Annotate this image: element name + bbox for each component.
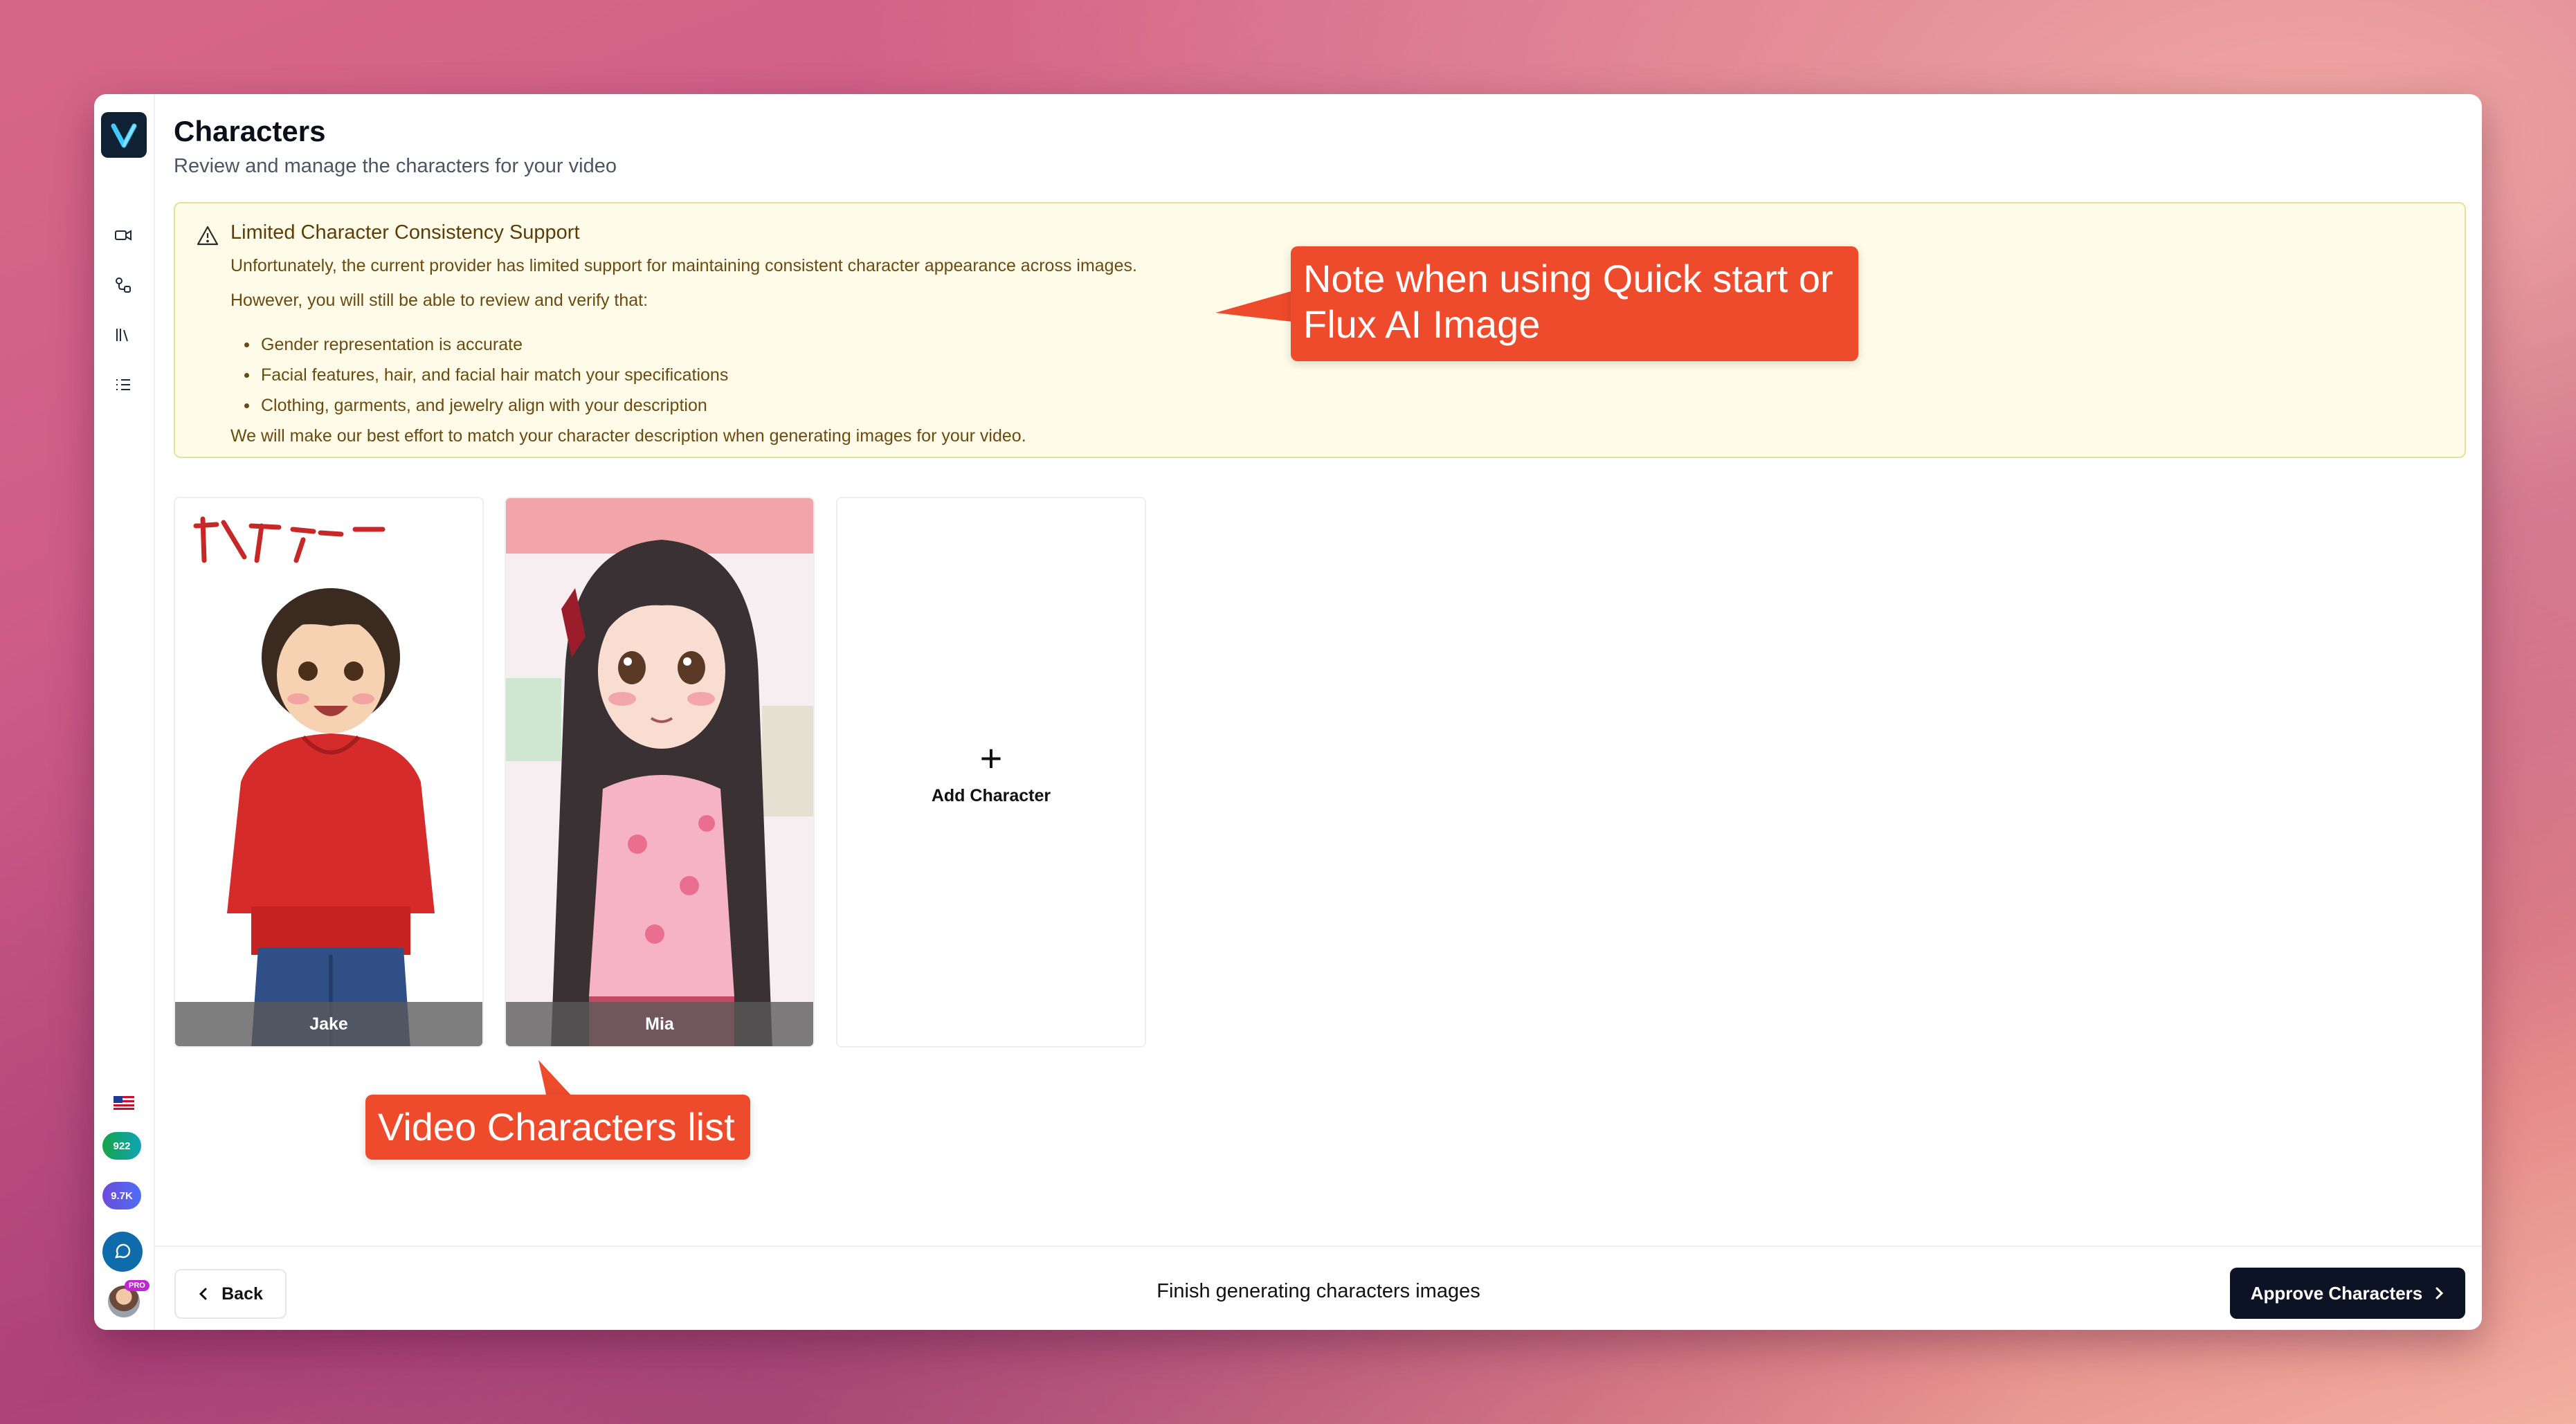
video-icon[interactable] [109, 221, 137, 249]
app-logo[interactable] [101, 112, 147, 158]
note-callout-line-2: Flux AI Image [1303, 302, 1541, 346]
alert-line-1: Unfortunately, the current provider has … [230, 256, 1137, 275]
list-callout: Video Characters list [365, 1095, 750, 1160]
chat-bubble-icon [115, 1243, 131, 1259]
character-card-mia[interactable]: Mia [505, 497, 815, 1048]
status-text: Finish generating characters images [1157, 1280, 1480, 1302]
alert-bullet: Facial features, hair, and facial hair m… [244, 360, 728, 390]
us-flag-icon[interactable] [114, 1096, 134, 1110]
add-character-card[interactable]: + Add Character [836, 497, 1146, 1048]
alert-line-3: We will make our best effort to match yo… [230, 426, 1026, 446]
plus-icon: + [979, 736, 1003, 780]
workflow-icon[interactable] [109, 271, 137, 299]
sidebar: 922 9.7K PRO [94, 94, 155, 1330]
list-icon[interactable] [109, 371, 137, 399]
pro-badge: PRO [125, 1280, 149, 1291]
approve-label: Approve Characters [2250, 1282, 2423, 1304]
character-name: Mia [506, 1002, 813, 1046]
tokens-badge[interactable]: 9.7K [102, 1182, 141, 1210]
note-callout-line-1: Note when using Quick start or [1303, 257, 1833, 300]
chevron-right-icon [2436, 1287, 2444, 1299]
character-card-jake[interactable]: Jake [174, 497, 484, 1048]
warning-icon [196, 224, 219, 248]
alert-bullets: Gender representation is accurate Facial… [244, 329, 728, 421]
page-title: Characters [174, 115, 326, 147]
add-character-label: Add Character [931, 785, 1051, 805]
footer-bar: Back Finish generating characters images… [155, 1245, 2482, 1330]
tokens-count: 9.7K [111, 1189, 133, 1202]
alert-bullet: Gender representation is accurate [244, 329, 728, 360]
list-callout-tail [538, 1060, 573, 1097]
approve-characters-button[interactable]: Approve Characters [2230, 1268, 2465, 1319]
character-name: Jake [175, 1002, 482, 1046]
logo-v-icon [111, 123, 137, 148]
note-callout-tail [1215, 289, 1298, 322]
note-callout: Note when using Quick start or Flux AI I… [1291, 246, 1858, 361]
credits-badge[interactable]: 922 [102, 1132, 141, 1160]
character-image [506, 498, 813, 1046]
character-image [175, 498, 482, 1046]
alert-bullet: Clothing, garments, and jewelry align wi… [244, 390, 728, 421]
credits-count: 922 [113, 1140, 131, 1152]
alert-title: Limited Character Consistency Support [230, 221, 580, 244]
list-callout-label: Video Characters list [378, 1105, 735, 1149]
library-icon[interactable] [109, 321, 137, 349]
alert-line-2: However, you will still be able to revie… [230, 291, 648, 310]
chat-button[interactable] [102, 1232, 143, 1272]
page-subtitle: Review and manage the characters for you… [174, 155, 617, 177]
